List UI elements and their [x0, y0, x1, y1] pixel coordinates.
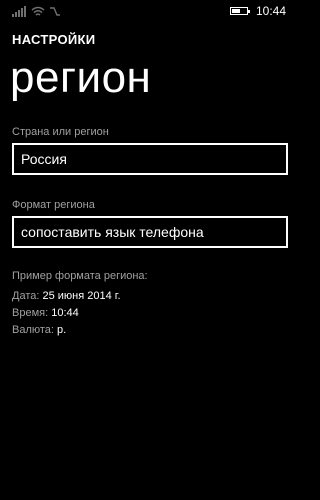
country-value: Россия: [21, 151, 67, 167]
country-label: Страна или регион: [12, 126, 109, 138]
status-bar: 10:44: [0, 0, 300, 22]
battery-icon: [230, 7, 250, 15]
region-format-value: сопоставить язык телефона: [21, 224, 204, 240]
page-title: регион: [10, 53, 152, 102]
page-section-title: НАСТРОЙКИ: [12, 32, 96, 47]
nfc-icon: [50, 7, 60, 16]
sample-time-label: Время:: [12, 307, 49, 319]
battery-level: [232, 9, 240, 13]
wifi-icon: [31, 6, 45, 16]
region-format-picker[interactable]: сопоставить язык телефона: [12, 216, 288, 248]
sample-time-value: 10:44: [51, 307, 79, 319]
sample-date-value: 25 июня 2014 г.: [42, 290, 121, 302]
signal-icon: [12, 6, 26, 17]
sample-time-row: Время: 10:44: [12, 307, 79, 319]
sample-format-title: Пример формата региона:: [12, 270, 148, 282]
country-picker[interactable]: Россия: [12, 143, 288, 175]
sample-currency-value: р.: [57, 324, 67, 336]
sample-date-label: Дата:: [12, 290, 40, 302]
status-clock: 10:44: [256, 4, 287, 18]
region-format-label: Формат региона: [12, 199, 95, 211]
sample-date-row: Дата: 25 июня 2014 г.: [12, 290, 121, 302]
sample-currency-label: Валюта:: [12, 324, 54, 336]
sample-currency-row: Валюта: р.: [12, 324, 66, 336]
